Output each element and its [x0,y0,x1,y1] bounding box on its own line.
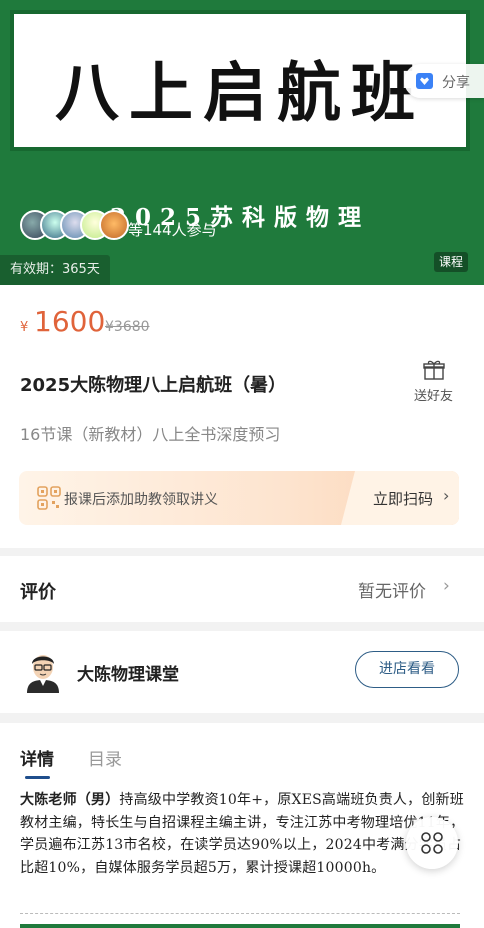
promo-banner[interactable]: 报课后添加助教领取讲义 立即扫码 › [19,471,459,525]
participant-avatars [20,210,129,240]
review-title: 评价 [20,582,56,603]
detail-section: 详情 目录 大陈老师（男）持高级中学教资10年+，原XES高端班负责人，创新班教… [0,723,484,928]
tab-catalog[interactable]: 目录 [88,745,122,770]
gift-icon [423,360,445,380]
qr-code-icon [37,486,61,510]
current-price: 1600 [34,305,106,338]
teacher-intro: 大陈老师（男）持高级中学教资10年+，原XES高端班负责人，创新班教材主编，特长… [20,789,468,879]
validity-badge: 有效期：365天 [0,255,110,285]
review-status: 暂无评价 [358,582,426,602]
shop-avatar [27,655,59,693]
chevron-right-icon: › [443,486,450,505]
active-tab-indicator [25,776,50,779]
shop-section: 大陈物理课堂 进店看看 [0,631,484,713]
promo-text: 报课后添加助教领取讲义 [64,492,218,508]
share-label: 分享 [442,75,470,91]
teacher-name: 大陈老师（男） [20,792,120,808]
original-price: ¥3680 [105,319,150,335]
floating-menu-button[interactable] [406,817,458,869]
grid-menu-icon [421,832,443,854]
participant-count: 等144人参与 [128,221,217,239]
review-section[interactable]: 评价 暂无评价 › [0,556,484,622]
tab-detail[interactable]: 详情 [20,745,54,770]
gift-label: 送好友 [414,389,454,404]
course-description: 16节课（新教材）八上全书深度预习 [20,425,281,444]
share-heart-icon [416,73,433,89]
share-button[interactable]: 分享 [404,64,484,98]
banner-title: 八上启航班 [55,56,425,131]
visit-shop-button[interactable]: 进店看看 [355,651,459,688]
course-title: 2025大陈物理八上启航班（暑） [20,375,287,396]
banner-title-card: 八上启航班 [10,10,470,151]
gift-to-friend-button[interactable]: 送好友 [410,360,460,404]
course-tag: 课程 [433,252,468,272]
page: 八上启航班 2025苏科版物理 等144人参与 有效期：365天 课程 分享 ¥… [0,0,484,928]
course-banner: 八上启航班 2025苏科版物理 等144人参与 有效期：365天 课程 分享 [0,0,484,285]
content-image-edge [20,924,460,928]
course-info-card: ¥ 1600 ¥3680 2025大陈物理八上启航班（暑） 送好友 16节课（新… [0,285,484,548]
avatar [99,210,129,240]
shop-name: 大陈物理课堂 [77,665,179,685]
divider [20,913,460,914]
currency-symbol: ¥ [20,320,29,335]
chevron-right-icon: › [443,576,450,596]
scan-now-button[interactable]: 立即扫码 [373,488,433,509]
